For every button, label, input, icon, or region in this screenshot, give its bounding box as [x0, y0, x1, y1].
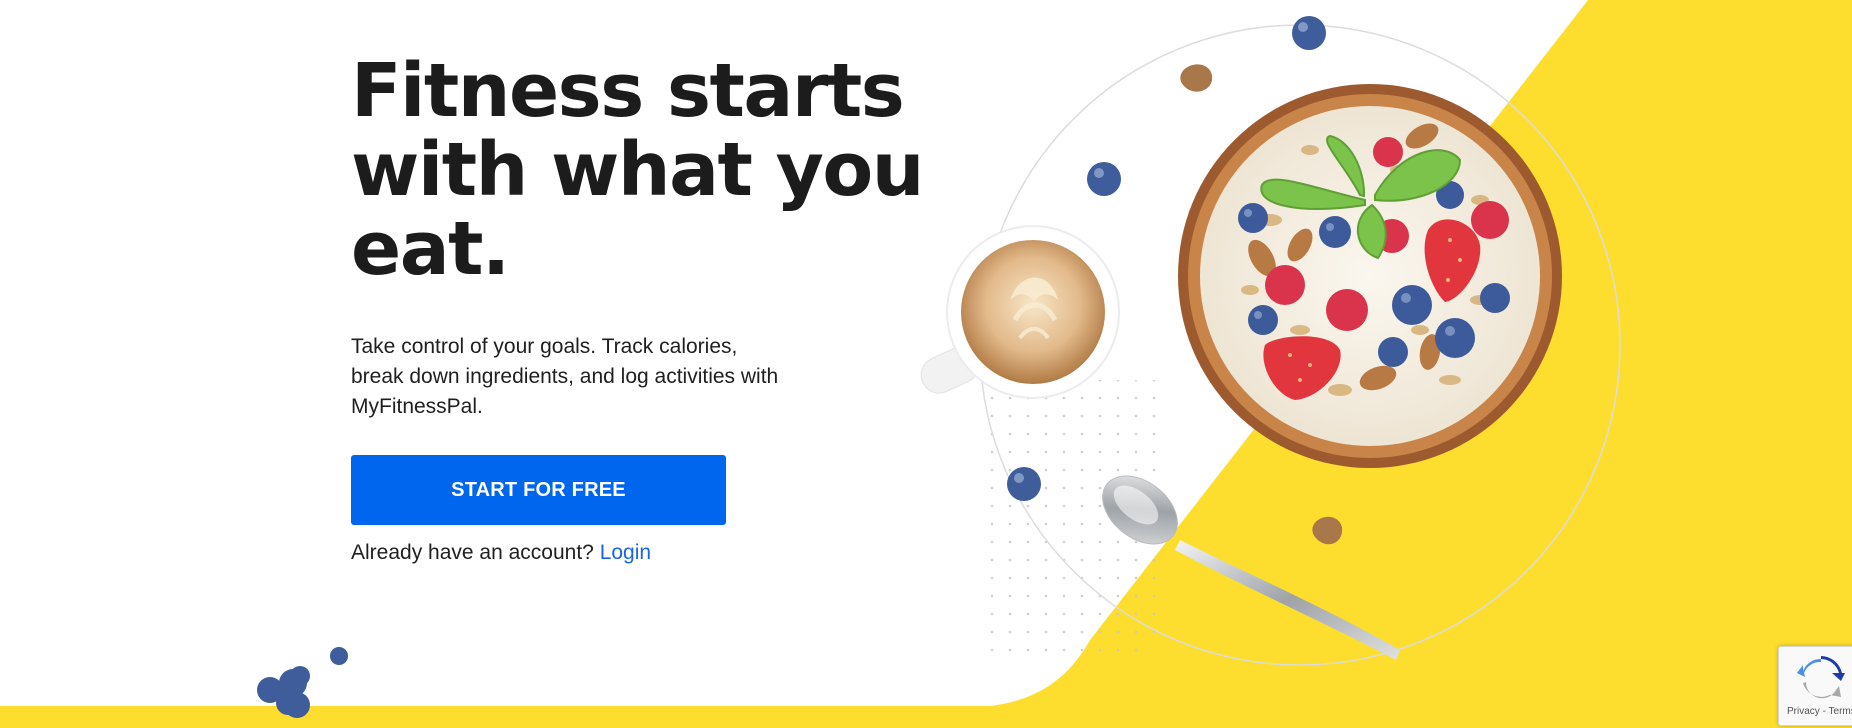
recaptcha-icon — [1797, 656, 1845, 699]
login-prompt-line: Already have an account? Login — [351, 541, 651, 565]
hero-subtitle: Take control of your goals. Track calori… — [351, 335, 779, 418]
recaptcha-terms-link[interactable]: Terms — [1829, 706, 1852, 717]
hero-title-line-2: with what you — [351, 127, 924, 213]
hero-title: Fitness starts with what you eat. — [351, 52, 971, 289]
recaptcha-links: Privacy - Terms — [1787, 706, 1852, 717]
login-prompt-text: Already have an account? — [351, 541, 594, 564]
recaptcha-separator: - — [1819, 706, 1829, 717]
hero-title-line-3: eat. — [351, 206, 510, 292]
login-link[interactable]: Login — [600, 541, 651, 564]
hero-title-line-1: Fitness starts — [351, 48, 905, 134]
recaptcha-privacy-link[interactable]: Privacy — [1787, 706, 1820, 717]
start-for-free-button[interactable]: START FOR FREE — [351, 455, 726, 525]
recaptcha-badge[interactable]: Privacy - Terms — [1778, 646, 1852, 726]
landing-page: Fitness starts with what you eat. Take c… — [0, 0, 1852, 728]
